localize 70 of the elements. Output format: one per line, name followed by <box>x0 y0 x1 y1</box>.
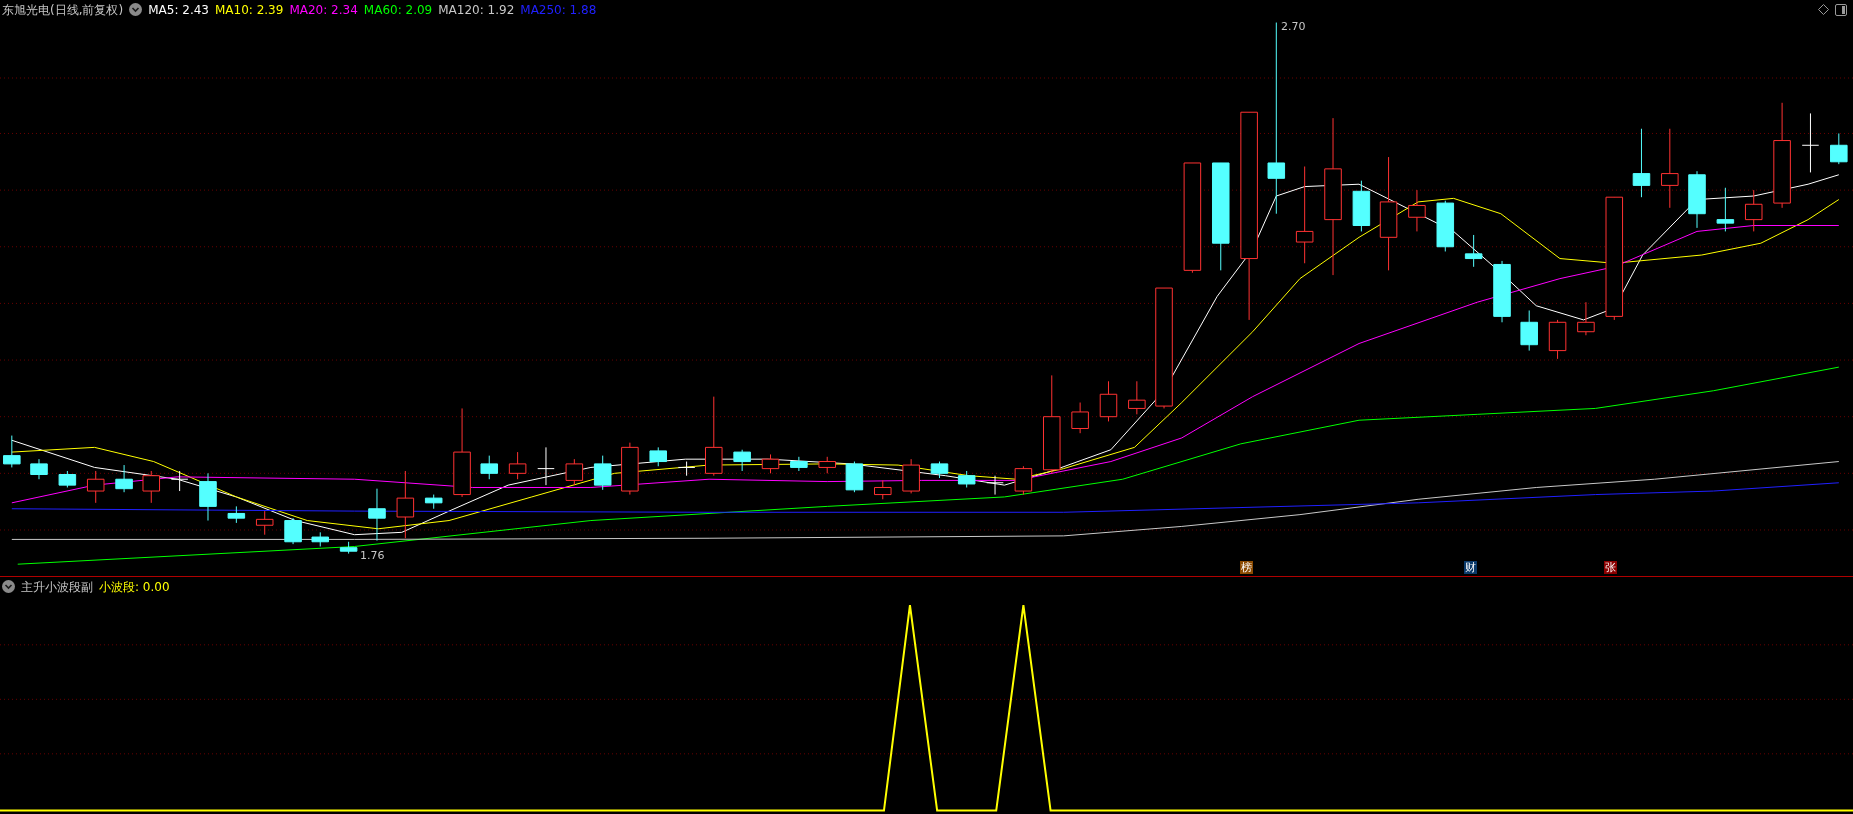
candlestick <box>1548 319 1567 360</box>
event-marker[interactable]: 张 <box>1604 561 1617 574</box>
event-marker[interactable]: 榜 <box>1240 561 1253 574</box>
candlestick <box>1352 180 1371 232</box>
candlestick <box>368 488 386 542</box>
indicator-value: MA120: 1.92 <box>438 1 515 19</box>
panel-toggle-icon[interactable] <box>1835 3 1847 16</box>
candlestick <box>761 453 780 474</box>
candlestick <box>1830 132 1848 165</box>
candlestick <box>1716 187 1735 232</box>
candlestick <box>480 455 498 480</box>
candlestick <box>986 475 1004 496</box>
candlestick <box>621 442 639 496</box>
candlestick <box>311 531 330 547</box>
candlestick <box>1408 189 1426 232</box>
stock-title: 东旭光电(日线,前复权) <box>2 1 124 19</box>
candlestick <box>1071 402 1089 434</box>
candlestick <box>902 458 920 494</box>
candlestick <box>1744 189 1763 232</box>
candlestick <box>508 451 527 480</box>
candlestick <box>1128 380 1146 415</box>
candlestick <box>874 479 892 500</box>
candlestick <box>818 456 836 474</box>
candlestick <box>565 458 584 486</box>
candlestick <box>677 461 696 477</box>
low-price-label: 1.76 <box>360 548 385 564</box>
indicator-value: MA5: 2.43 <box>148 1 209 19</box>
candlestick <box>845 461 864 493</box>
candlestick <box>170 470 189 492</box>
indicator-value: MA60: 2.09 <box>363 1 433 19</box>
candlestick <box>396 470 415 539</box>
candlestick <box>733 449 751 472</box>
dropdown-icon[interactable] <box>129 3 143 16</box>
candlestick <box>199 472 217 522</box>
candlestick <box>593 455 612 491</box>
candlestick <box>1014 465 1033 496</box>
candlestick <box>58 470 77 488</box>
candlestick <box>537 446 555 486</box>
candlestick <box>1493 260 1511 323</box>
candlestick <box>284 517 302 545</box>
candlestick <box>1688 170 1706 229</box>
candlestick <box>1436 200 1455 252</box>
event-marker[interactable]: 财 <box>1464 561 1477 574</box>
candlestick <box>1632 128 1651 198</box>
candlestick <box>227 505 246 524</box>
candlestick <box>649 446 667 467</box>
candlestick <box>3 435 21 468</box>
candlestick <box>1099 380 1118 422</box>
dropdown-icon[interactable] <box>2 580 15 593</box>
indicator-value: MA10: 2.39 <box>214 1 284 19</box>
indicator-title: 主升小波段副 <box>21 578 93 596</box>
candlestick <box>339 541 358 555</box>
candlestick <box>142 470 161 504</box>
candlestick <box>957 470 976 488</box>
indicator-value: MA20: 2.34 <box>289 1 358 19</box>
candlestick <box>30 458 48 480</box>
candlestick <box>86 470 105 504</box>
candlestick <box>930 461 949 479</box>
candlestick <box>1520 310 1538 352</box>
candlestick <box>1577 301 1595 336</box>
candlestick <box>1801 112 1820 173</box>
candlestick <box>424 494 443 510</box>
candlestick <box>1464 234 1483 268</box>
indicator-value: 小波段: 0.00 <box>99 578 170 596</box>
high-price-label: 2.70 <box>1281 19 1306 35</box>
candlestick <box>255 510 274 536</box>
indicator-value: MA250: 1.88 <box>520 1 597 19</box>
candlestick <box>115 464 133 493</box>
candlestick <box>790 456 808 472</box>
diamond-icon[interactable] <box>1818 4 1829 15</box>
